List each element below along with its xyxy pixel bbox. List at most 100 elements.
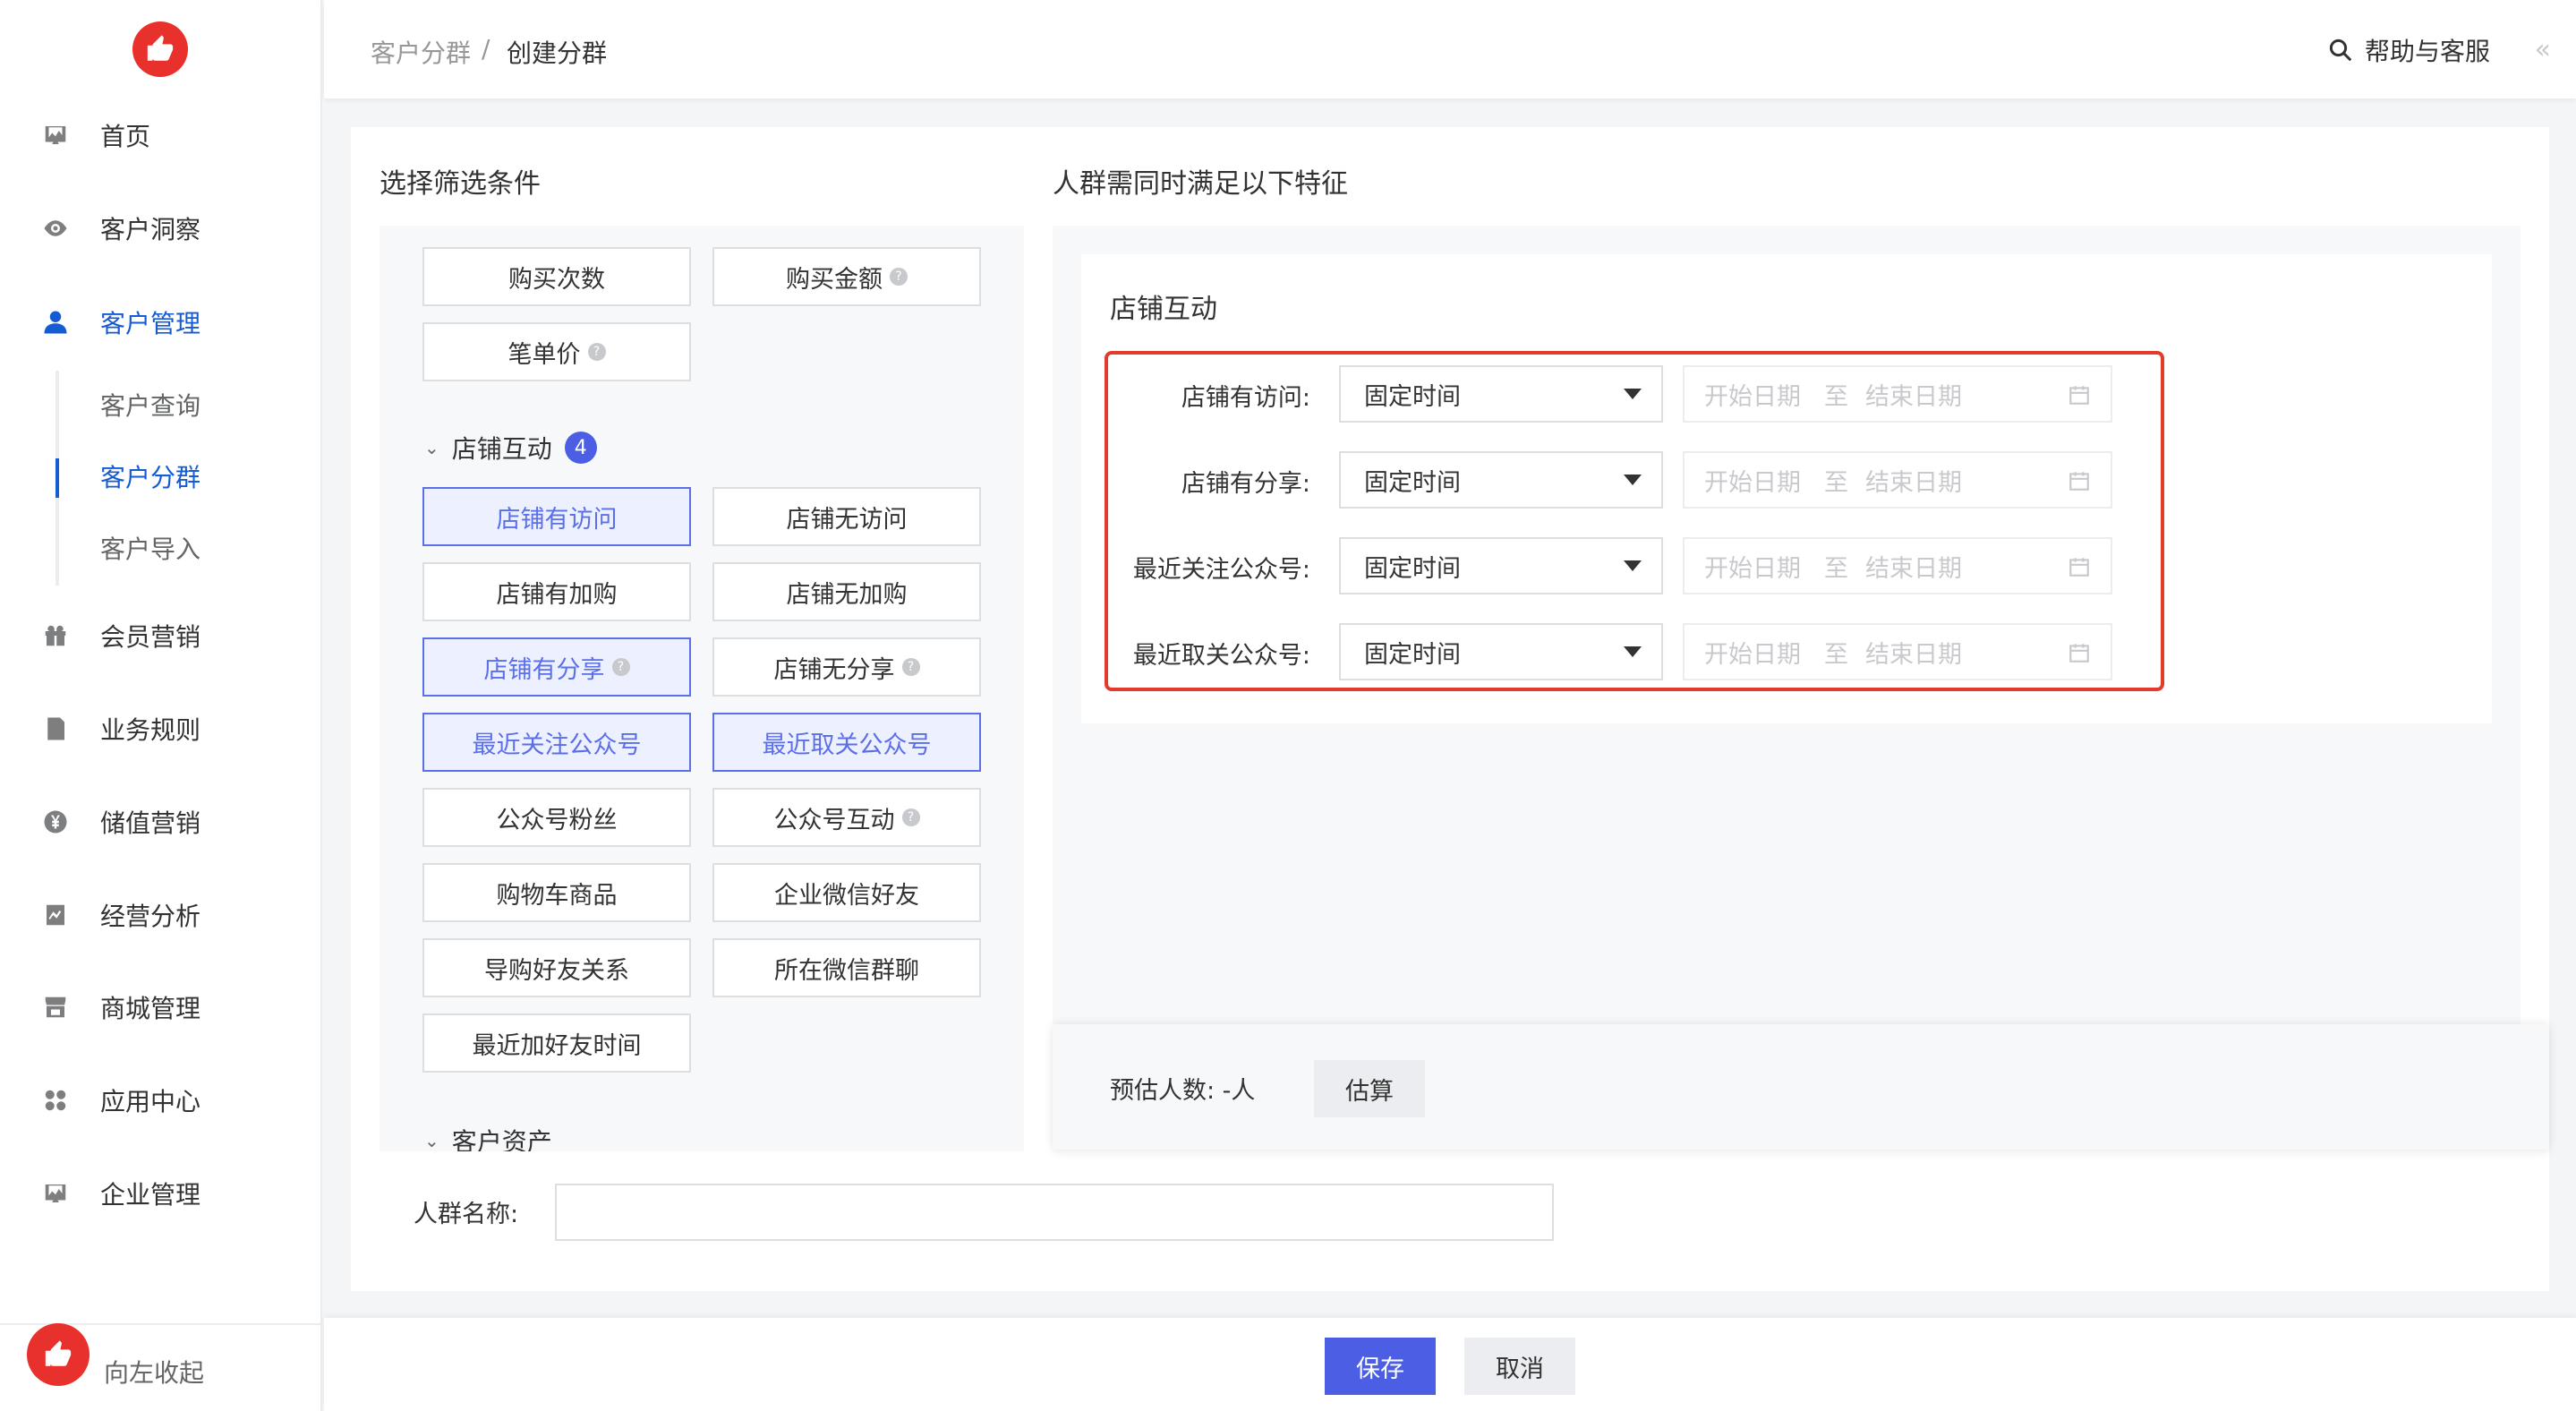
sidebar-item-label: 经营分析 [100, 902, 201, 931]
time-type-select[interactable]: 固定时间 [1339, 623, 1663, 680]
thumbs-up-icon [45, 1340, 72, 1366]
sidebar-item-label: 应用中心 [100, 1087, 201, 1116]
caret-down-icon [1624, 560, 1642, 571]
condition-label: 店铺有访问: [1181, 384, 1310, 412]
collapse-sidebar-link[interactable]: 向左收起 [104, 1354, 204, 1390]
help-icon[interactable]: ? [901, 808, 920, 826]
filter-button[interactable]: 店铺无访问 [712, 487, 981, 546]
help-label: 帮助与客服 [2364, 37, 2490, 66]
sidebar-item-label: 客户洞察 [100, 215, 201, 244]
filter-button[interactable]: 最近取关公众号 [712, 713, 981, 772]
filter-button[interactable]: 店铺无分享? [712, 637, 981, 697]
sidebar-item-app-center[interactable]: 应用中心 [0, 1069, 322, 1132]
time-type-select[interactable]: 固定时间 [1339, 365, 1663, 423]
sidebar-item-label: 储值营销 [100, 808, 201, 838]
gift-icon [41, 621, 70, 650]
condition-label: 最近关注公众号: [1132, 556, 1310, 584]
condition-label: 店铺有分享: [1181, 470, 1310, 498]
end-date-placeholder: 结束日期 [1865, 640, 1962, 669]
segment-name-input[interactable] [555, 1184, 1554, 1241]
date-range-picker[interactable]: 开始日期 至 结束日期 [1683, 365, 2112, 423]
filter-button-label: 购买金额 [786, 265, 883, 294]
filter-button-label: 店铺有分享 [483, 655, 605, 684]
estimate-button[interactable]: 估算 [1314, 1060, 1425, 1117]
sidebar-subitem-customer-query[interactable]: 客户查询 [100, 387, 200, 426]
filter-button[interactable]: 公众号互动? [712, 788, 981, 847]
calendar-icon [2069, 472, 2089, 491]
caret-down-icon [1624, 475, 1642, 485]
filter-section-title: 选择筛选条件 [380, 168, 541, 200]
filter-button-label: 所在微信群聊 [774, 956, 919, 985]
filter-button[interactable]: 导购好友关系 [422, 938, 691, 997]
filter-panel[interactable]: 购买次数 购买金额? 笔单价? ⌄ 店铺互动 4 店铺有访问 店铺无访问 店铺有… [380, 226, 1024, 1151]
breadcrumb-parent[interactable]: 客户分群 [371, 34, 471, 70]
group-header-store-interaction[interactable]: ⌄ 店铺互动 4 [424, 430, 597, 466]
filter-button-label: 店铺无访问 [786, 505, 908, 534]
cancel-button[interactable]: 取消 [1464, 1338, 1575, 1395]
filter-button[interactable]: 店铺有分享? [422, 637, 691, 697]
filter-button[interactable]: 所在微信群聊 [712, 938, 981, 997]
chevron-down-icon: ⌄ [424, 437, 439, 458]
time-type-select[interactable]: 固定时间 [1339, 451, 1663, 509]
filter-button[interactable]: 购物车商品 [422, 863, 691, 922]
calendar-icon [2069, 644, 2089, 663]
filter-button[interactable]: 店铺无加购 [712, 562, 981, 621]
sidebar-item-business-rules[interactable]: 业务规则 [0, 697, 322, 760]
group-name: 店铺互动 [451, 434, 552, 464]
help-icon[interactable]: ? [611, 658, 630, 676]
sidebar-item-stored-value[interactable]: 储值营销 [0, 791, 322, 853]
start-date-placeholder: 开始日期 [1704, 554, 1801, 583]
segment-name-label: 人群名称: [414, 1201, 519, 1228]
filter-button[interactable]: 店铺有加购 [422, 562, 691, 621]
date-range-picker[interactable]: 开始日期 至 结束日期 [1683, 451, 2112, 509]
chart-icon [41, 901, 70, 929]
filter-button-label: 最近关注公众号 [472, 731, 642, 759]
filter-button-label: 企业微信好友 [774, 881, 919, 910]
help-icon[interactable]: ? [901, 658, 920, 676]
date-range-picker[interactable]: 开始日期 至 结束日期 [1683, 537, 2112, 594]
filter-button[interactable]: 最近加好友时间 [422, 1013, 691, 1073]
filter-button-label: 购买次数 [508, 265, 605, 294]
sidebar-item-label: 首页 [100, 122, 151, 151]
eye-icon [41, 214, 70, 243]
filter-button-label: 导购好友关系 [484, 956, 629, 985]
store-icon [41, 993, 70, 1022]
filter-button[interactable]: 公众号粉丝 [422, 788, 691, 847]
help-icon[interactable]: ? [587, 343, 606, 361]
filter-button[interactable]: 最近关注公众号 [422, 713, 691, 772]
sidebar-item-insight[interactable]: 客户洞察 [0, 197, 322, 260]
filter-button[interactable]: 笔单价? [422, 322, 691, 381]
sidebar-item-mall-management[interactable]: 商城管理 [0, 976, 322, 1039]
avatar[interactable] [27, 1323, 90, 1386]
select-value: 固定时间 [1364, 382, 1461, 411]
end-date-placeholder: 结束日期 [1865, 554, 1962, 583]
filter-button[interactable]: 购买次数 [422, 247, 691, 306]
filter-button[interactable]: 购买金额? [712, 247, 981, 306]
time-type-select[interactable]: 固定时间 [1339, 537, 1663, 594]
filter-button[interactable]: 企业微信好友 [712, 863, 981, 922]
sidebar-item-customer-management[interactable]: 客户管理 [0, 291, 322, 354]
user-icon [41, 308, 70, 337]
sidebar-subitem-customer-segment[interactable]: 客户分群 [100, 458, 200, 498]
filter-button[interactable]: 店铺有访问 [422, 487, 691, 546]
dashboard-icon [41, 121, 70, 150]
double-chevron-left-icon[interactable]: « [2535, 34, 2551, 65]
sidebar-item-home[interactable]: 首页 [0, 104, 322, 167]
range-separator: 至 [1824, 382, 1848, 411]
sidebar-item-enterprise-management[interactable]: 企业管理 [0, 1162, 322, 1225]
sidebar-item-business-analysis[interactable]: 经营分析 [0, 884, 322, 946]
help-link[interactable]: 帮助与客服 [2327, 32, 2490, 68]
group-header-customer-assets[interactable]: ⌄ 客户资产 [424, 1123, 552, 1151]
help-icon[interactable]: ? [890, 268, 908, 286]
group-name: 客户资产 [451, 1127, 552, 1151]
date-range-picker[interactable]: 开始日期 至 结束日期 [1683, 623, 2112, 680]
filter-button-label: 购物车商品 [496, 881, 618, 910]
sidebar-subitem-customer-import[interactable]: 客户导入 [100, 530, 200, 569]
sidebar-item-label: 会员营销 [100, 622, 201, 652]
condition-label: 最近取关公众号: [1132, 642, 1310, 670]
save-button[interactable]: 保存 [1325, 1338, 1436, 1395]
search-icon [2329, 38, 2352, 62]
end-date-placeholder: 结束日期 [1865, 468, 1962, 497]
brand-logo[interactable] [132, 21, 188, 77]
sidebar-item-member-marketing[interactable]: 会员营销 [0, 604, 322, 667]
